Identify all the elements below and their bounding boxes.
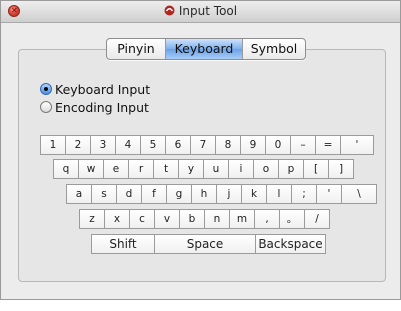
key-w[interactable]: w <box>78 159 104 179</box>
tab-pinyin[interactable]: Pinyin <box>107 39 166 59</box>
tab-keyboard[interactable]: Keyboard <box>166 39 243 59</box>
key-5[interactable]: 5 <box>140 135 166 155</box>
key-2[interactable]: 2 <box>65 135 91 155</box>
key-slash[interactable]: / <box>304 209 330 229</box>
key-f[interactable]: f <box>141 184 167 204</box>
key-r[interactable]: r <box>128 159 154 179</box>
key-n[interactable]: n <box>204 209 230 229</box>
key-7[interactable]: 7 <box>190 135 216 155</box>
window-title-text: Input Tool <box>178 4 238 18</box>
keyboard-input-label: Keyboard Input <box>55 81 151 97</box>
key-c[interactable]: c <box>129 209 155 229</box>
input-tool-icon <box>164 5 175 16</box>
key-1[interactable]: 1 <box>40 135 66 155</box>
key-backslash[interactable]: \ <box>341 184 377 204</box>
key-l[interactable]: l <box>266 184 292 204</box>
space-key[interactable]: Space <box>154 234 256 254</box>
key-o[interactable]: o <box>253 159 279 179</box>
key-v[interactable]: v <box>154 209 180 229</box>
window-title: Input Tool <box>1 4 400 18</box>
key-j[interactable]: j <box>216 184 242 204</box>
key-apostrophe[interactable]: ' <box>316 184 342 204</box>
key-3[interactable]: 3 <box>90 135 116 155</box>
encoding-input-option[interactable]: Encoding Input <box>40 99 149 115</box>
key-d[interactable]: d <box>116 184 142 204</box>
key-y[interactable]: y <box>178 159 204 179</box>
mode-tabs: Pinyin Keyboard Symbol <box>106 38 306 60</box>
key-6[interactable]: 6 <box>165 135 191 155</box>
shift-key[interactable]: Shift <box>91 234 155 254</box>
key-e[interactable]: e <box>103 159 129 179</box>
key-apostrophe[interactable]: ' <box>340 135 374 155</box>
key-4[interactable]: 4 <box>115 135 141 155</box>
input-tool-window: ✕ Input Tool Pinyin Keyboard Symbol Keyb… <box>0 0 401 300</box>
key-s[interactable]: s <box>91 184 117 204</box>
key-p[interactable]: p <box>278 159 304 179</box>
title-bar: ✕ Input Tool <box>1 1 400 23</box>
key-z[interactable]: z <box>79 209 105 229</box>
keyboard-input-option[interactable]: Keyboard Input <box>40 81 150 97</box>
key-period[interactable]: 。 <box>279 209 305 229</box>
key-m[interactable]: m <box>229 209 255 229</box>
key-comma[interactable]: , <box>254 209 280 229</box>
key-equals[interactable]: = <box>315 135 341 155</box>
key-t[interactable]: t <box>153 159 179 179</box>
key-0[interactable]: 0 <box>265 135 291 155</box>
key-q[interactable]: q <box>53 159 79 179</box>
key-i[interactable]: i <box>228 159 254 179</box>
key-semicolon[interactable]: ; <box>291 184 317 204</box>
encoding-input-label: Encoding Input <box>55 99 149 115</box>
key-a[interactable]: a <box>66 184 92 204</box>
key-x[interactable]: x <box>104 209 130 229</box>
key-right-bracket[interactable]: ] <box>328 159 354 179</box>
backspace-key[interactable]: Backspace <box>255 234 326 254</box>
key-k[interactable]: k <box>241 184 267 204</box>
key-minus[interactable]: – <box>290 135 316 155</box>
key-left-bracket[interactable]: [ <box>303 159 329 179</box>
keyboard-input-radio[interactable] <box>40 83 52 95</box>
key-b[interactable]: b <box>179 209 205 229</box>
encoding-input-radio[interactable] <box>40 101 52 113</box>
tab-symbol[interactable]: Symbol <box>243 39 305 59</box>
key-h[interactable]: h <box>191 184 217 204</box>
key-g[interactable]: g <box>166 184 192 204</box>
key-8[interactable]: 8 <box>215 135 241 155</box>
key-u[interactable]: u <box>203 159 229 179</box>
key-9[interactable]: 9 <box>240 135 266 155</box>
